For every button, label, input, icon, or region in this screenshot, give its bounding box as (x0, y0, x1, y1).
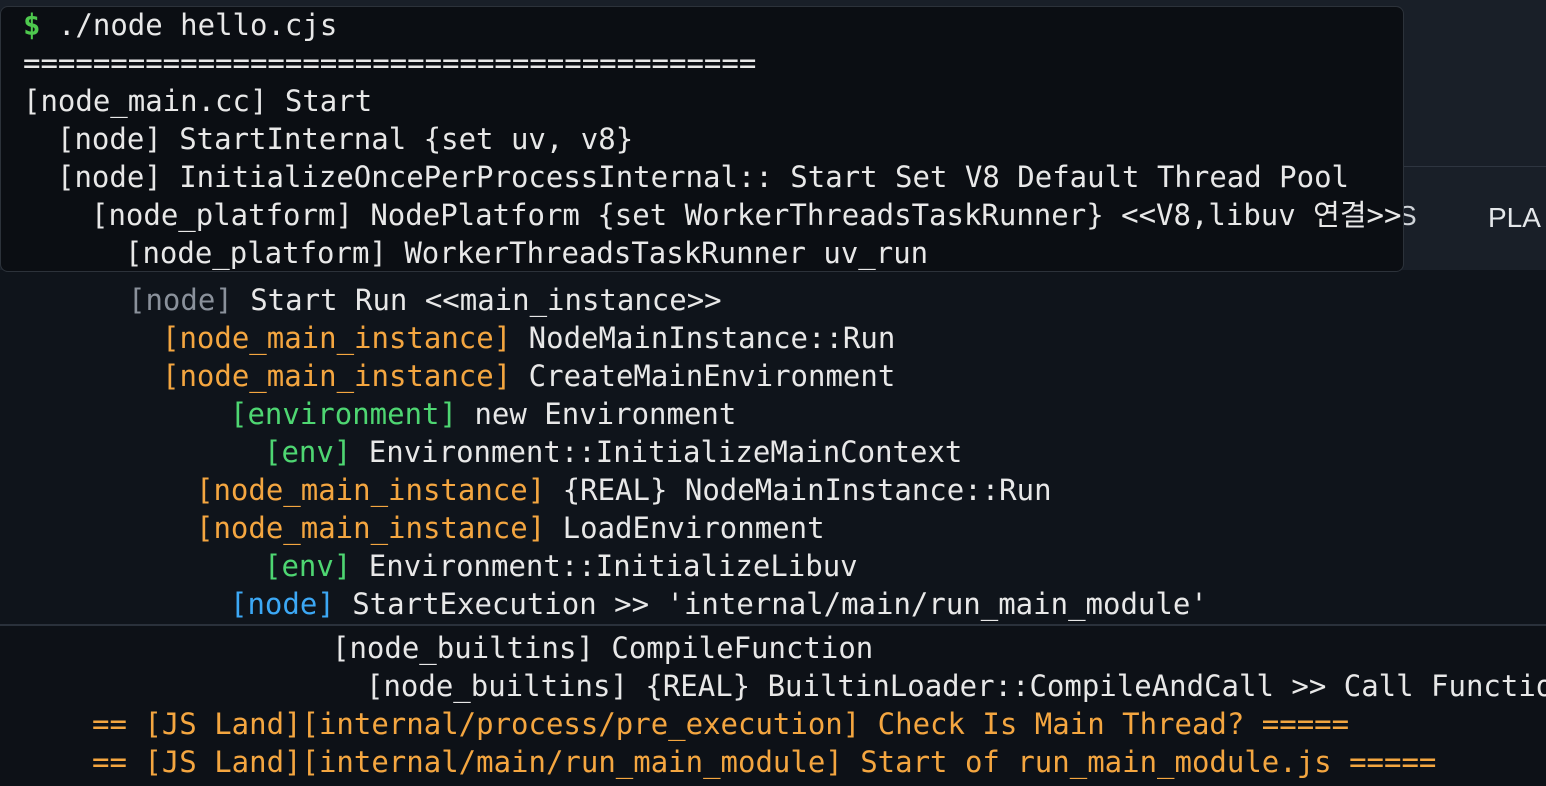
log-line: [node_main_instance] LoadEnvironment (196, 509, 825, 547)
log-line: [environment] new Environment (230, 395, 736, 433)
log-line: [node] StartExecution >> 'internal/main/… (230, 585, 1208, 623)
log-tag: [node] (128, 283, 233, 317)
background-text-pla: PLA (1488, 202, 1541, 233)
prompt-symbol: $ (23, 8, 41, 42)
log-tag: [node_builtins] (366, 669, 628, 703)
log-tag: [env] (264, 435, 352, 469)
js-land-line: == [JS Land][internal/main/run_main_modu… (92, 745, 1437, 779)
log-line: [node_builtins] {REAL} BuiltinLoader::Co… (366, 667, 1546, 705)
log-text: {REAL} BuiltinLoader::CompileAndCall >> … (627, 669, 1546, 703)
log-text: Environment::InitializeMainContext (351, 435, 963, 469)
log-line: [node_main_instance] NodeMainInstance::R… (162, 319, 895, 357)
popup-line: [node_platform] WorkerThreadsTaskRunner … (125, 236, 929, 270)
log-text: StartExecution >> 'internal/main/run_mai… (334, 587, 1208, 621)
log-line: [node_builtins] CompileFunction (332, 629, 873, 667)
log-text: NodeMainInstance::Run (511, 321, 896, 355)
log-tag: [node_main_instance] (196, 511, 546, 545)
log-text: LoadEnvironment (545, 511, 825, 545)
log-line: [node_main_instance] {REAL} NodeMainInst… (196, 471, 1052, 509)
log-text: CreateMainEnvironment (511, 359, 896, 393)
log-tag: [env] (264, 549, 352, 583)
command-line: $ ./node hello.cjs (23, 7, 338, 44)
js-land-line: == [JS Land][internal/process/pre_execut… (92, 707, 1350, 741)
popup-line: [node_main.cc] Start (23, 84, 373, 118)
log-line: [node_main_instance] CreateMainEnvironme… (162, 357, 895, 395)
log-tag: [node_main_instance] (196, 473, 546, 507)
log-text: new Environment (456, 397, 737, 431)
popup-line: [node_platform] NodePlatform {set Worker… (91, 198, 1402, 232)
pane-separator (0, 624, 1546, 626)
log-tag: [node_main_instance] (162, 359, 512, 393)
log-line: [env] Environment::InitializeMainContext (264, 433, 962, 471)
log-tag: [node] (230, 587, 335, 621)
log-text: {REAL} NodeMainInstance::Run (545, 473, 1052, 507)
log-text: Start Run <<main_instance>> (232, 283, 722, 317)
background-divider (1404, 166, 1546, 167)
popup-line: [node] InitializeOncePerProcessInternal:… (57, 160, 1350, 194)
log-text: Environment::InitializeLibuv (351, 549, 858, 583)
log-tag: [environment] (230, 397, 457, 431)
terminal-popup: $ ./node hello.cjs =====================… (0, 6, 1404, 272)
log-tag: [node_main_instance] (162, 321, 512, 355)
popup-line: [node] StartInternal {set uv, v8} (57, 122, 634, 156)
command-text: ./node hello.cjs (57, 8, 338, 42)
log-line: [env] Environment::InitializeLibuv (264, 547, 858, 585)
log-line: [node] Start Run <<main_instance>> (128, 281, 722, 319)
separator-line: ========================================… (23, 46, 757, 80)
log-text: CompileFunction (593, 631, 874, 665)
log-tag: [node_builtins] (332, 631, 594, 665)
